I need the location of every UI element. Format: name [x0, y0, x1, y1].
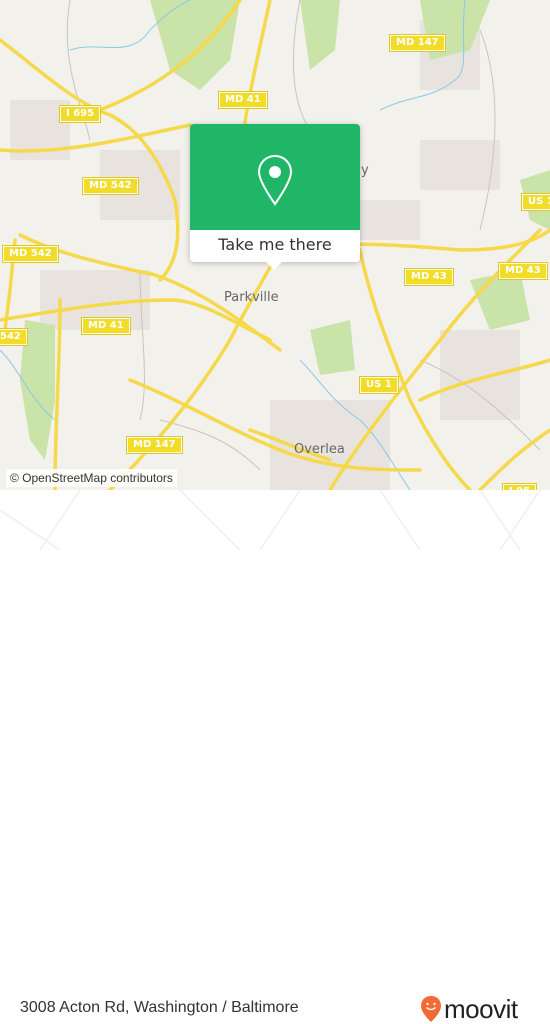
- location-popup: Take me there: [190, 124, 360, 270]
- place-label-parkville: Parkville: [224, 290, 279, 305]
- road-shield-us1: US 1: [521, 193, 550, 211]
- road-shield-md147: MD 147: [389, 34, 446, 52]
- road-shield-md542: MD 542: [2, 245, 59, 263]
- road-shield-md147: MD 147: [126, 436, 183, 454]
- road-shield-md43: MD 43: [404, 268, 454, 286]
- road-shield-md542: 542: [0, 328, 28, 346]
- road-shield-i695: I 695: [58, 105, 102, 123]
- map-view[interactable]: MD 147 MD 41 I 695 MD 542 US 1 MD 542 MD…: [0, 0, 550, 490]
- moovit-smile-pin-icon: [421, 996, 441, 1022]
- address-text: 3008 Acton Rd, Washington / Baltimore: [20, 999, 299, 1016]
- road-shield-md43: MD 43: [498, 262, 548, 280]
- place-label-overlea: Overlea: [294, 442, 345, 457]
- place-label-partial: y: [361, 163, 369, 178]
- popup-header: [190, 124, 360, 230]
- footer-background-pattern: [0, 490, 541, 550]
- road-shield-md41: MD 41: [218, 91, 268, 109]
- moovit-logo: moovit: [420, 995, 518, 1023]
- footer: 3008 Acton Rd, Washington / Baltimore mo…: [0, 490, 550, 1022]
- location-pin-icon: [257, 154, 293, 206]
- take-me-there-button[interactable]: Take me there: [190, 230, 360, 262]
- map-attribution[interactable]: © OpenStreetMap contributors: [6, 469, 177, 487]
- road-shield-us1: US 1: [359, 376, 399, 394]
- popup-pointer: [265, 261, 283, 270]
- road-shield-md542: MD 542: [82, 177, 139, 195]
- road-shield-md41: MD 41: [81, 317, 131, 335]
- moovit-wordmark: moovit: [444, 994, 518, 1024]
